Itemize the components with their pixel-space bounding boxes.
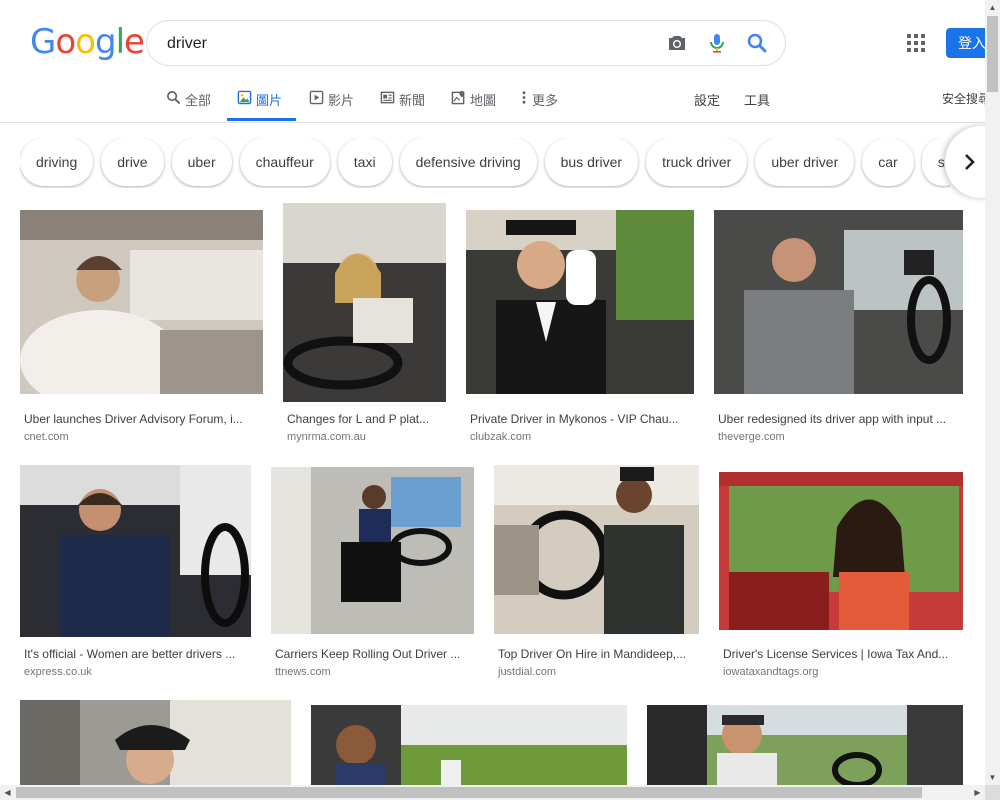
search-tabs: 全部 圖片 影片 新聞 地圖 更多 [0,80,985,122]
result-source[interactable]: justdial.com [498,666,556,678]
chip-truck-driver[interactable]: truck driver [646,138,748,186]
result-image[interactable] [20,700,291,785]
chip-uber-driver[interactable]: uber driver [755,138,855,186]
chip-driving[interactable]: driving [20,138,94,186]
tab-maps[interactable]: 地圖 [451,90,496,122]
result-image[interactable] [20,210,263,394]
search-box [146,20,786,66]
google-logo[interactable]: Google [30,24,145,60]
horizontal-scrollbar-thumb[interactable] [16,787,922,798]
result-image[interactable] [283,203,446,402]
microphone-icon[interactable] [705,31,729,55]
result-image[interactable] [647,705,963,785]
result-source[interactable]: express.co.uk [24,666,92,678]
result-source[interactable]: ttnews.com [275,666,331,678]
result-source[interactable]: clubzak.com [470,431,531,443]
chevron-right-icon [965,154,975,170]
active-tab-indicator [227,118,296,121]
result-caption[interactable]: Top Driver On Hire in Mandideep,... [498,647,694,661]
result-caption[interactable]: Private Driver in Mykonos - VIP Chau... [470,412,688,426]
result-caption[interactable]: It's official - Women are better drivers… [24,647,246,661]
search-icon [167,91,181,105]
tools-link[interactable]: 工具 [744,90,770,109]
result-image[interactable] [494,465,699,634]
map-icon [451,90,465,105]
scroll-right-arrow-icon[interactable]: ▶ [970,785,985,800]
chip-uber[interactable]: uber [171,138,232,186]
safesearch-link[interactable]: 安全搜尋 [942,90,985,107]
image-icon [237,90,252,105]
tab-label: 地圖 [470,94,497,109]
result-caption[interactable]: Changes for L and P plat... [287,412,437,426]
search-input[interactable] [167,33,647,55]
result-caption[interactable]: Uber launches Driver Advisory Forum, i..… [24,412,256,426]
chip-taxi[interactable]: taxi [337,138,392,186]
tab-all[interactable]: 全部 [166,90,211,122]
vertical-scrollbar[interactable] [985,0,1000,785]
result-image[interactable] [466,210,694,394]
header-divider [0,122,985,123]
result-source[interactable]: theverge.com [718,431,785,443]
chip-drive[interactable]: drive [101,138,164,186]
result-source[interactable]: cnet.com [24,431,69,443]
tab-label: 影片 [328,94,355,109]
result-image[interactable] [20,465,251,637]
vertical-scrollbar-thumb[interactable] [987,16,998,92]
settings-link[interactable]: 設定 [694,90,720,109]
result-caption[interactable]: Carriers Keep Rolling Out Driver ... [275,647,469,661]
tab-label: 全部 [185,94,212,109]
scroll-left-arrow-icon[interactable]: ◀ [0,785,15,800]
camera-icon[interactable] [665,31,689,55]
chip-defensive-driving[interactable]: defensive driving [399,138,537,186]
tab-label: 圖片 [256,94,283,109]
result-image[interactable] [311,705,627,785]
result-image[interactable] [714,210,963,394]
result-image[interactable] [719,472,963,630]
apps-grid-icon[interactable] [906,33,926,53]
scroll-up-arrow-icon[interactable]: ▲ [985,0,1000,15]
result-source[interactable]: mynrma.com.au [287,431,366,443]
chip-chauffeur[interactable]: chauffeur [239,138,330,186]
scroll-down-arrow-icon[interactable]: ▼ [985,770,1000,785]
result-caption[interactable]: Uber redesigned its driver app with inpu… [718,412,958,426]
chip-bus-driver[interactable]: bus driver [544,138,639,186]
tab-more[interactable]: 更多 [520,90,558,122]
scrollbar-corner [985,785,1000,800]
search-submit-icon[interactable] [745,31,769,55]
video-icon [309,90,324,105]
tab-videos[interactable]: 影片 [309,90,354,122]
result-caption[interactable]: Driver's License Services | Iowa Tax And… [723,647,959,661]
tab-label: 更多 [532,94,559,109]
chip-car[interactable]: car [862,138,914,186]
related-searches-chips: driving drive uber chauffeur taxi defensive d… [20,138,950,188]
more-vert-icon [522,91,526,104]
news-icon [380,91,395,104]
tab-news[interactable]: 新聞 [380,90,425,122]
tab-label: 新聞 [399,94,426,109]
result-source[interactable]: iowataxandtags.org [723,666,818,678]
result-image[interactable] [271,467,474,634]
